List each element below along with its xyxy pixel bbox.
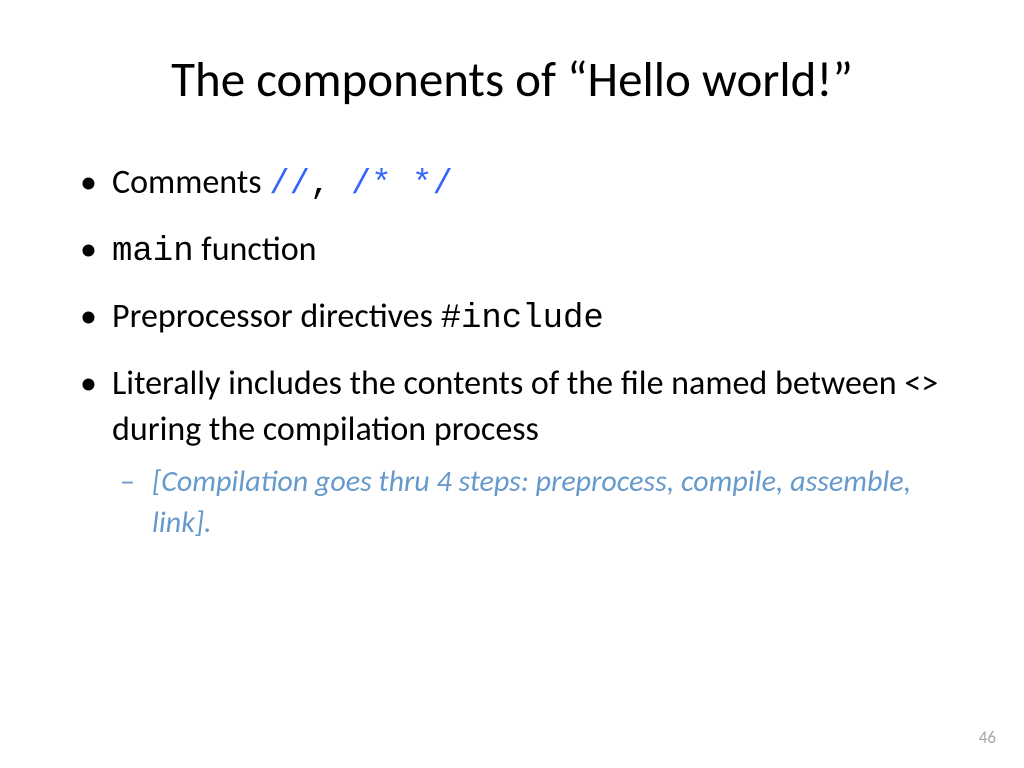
bullet-comments-sep: , (310, 166, 351, 204)
bullet-preprocessor-label: Preprocessor directives (112, 296, 441, 337)
code-main: main (112, 233, 194, 271)
bullet-includes-description: Literally includes the contents of the f… (70, 361, 954, 544)
sub-bullet-list: [Compilation goes thru 4 steps: preproce… (112, 462, 954, 543)
sub-bullet-text: [Compilation goes thru 4 steps: preproce… (152, 463, 911, 541)
bullet-list: Comments //, /* */ main function Preproc… (70, 160, 954, 543)
bullet-includes-text: Literally includes the contents of the f… (112, 363, 938, 450)
bullet-comments-label: Comments (112, 162, 269, 203)
code-line-comment: // (269, 166, 310, 204)
slide-title: The components of “Hello world!” (70, 50, 954, 110)
slide-number: 46 (979, 727, 996, 748)
bullet-comments: Comments //, /* */ (70, 160, 954, 209)
sub-bullet-compilation-steps: [Compilation goes thru 4 steps: preproce… (112, 462, 954, 543)
bullet-main-rest: function (194, 229, 317, 270)
slide: The components of “Hello world!” Comment… (0, 0, 1024, 768)
bullet-preprocessor: Preprocessor directives #include (70, 294, 954, 343)
bullet-main: main function (70, 227, 954, 276)
code-include: #include (441, 300, 604, 338)
code-block-comment: /* */ (351, 166, 453, 204)
